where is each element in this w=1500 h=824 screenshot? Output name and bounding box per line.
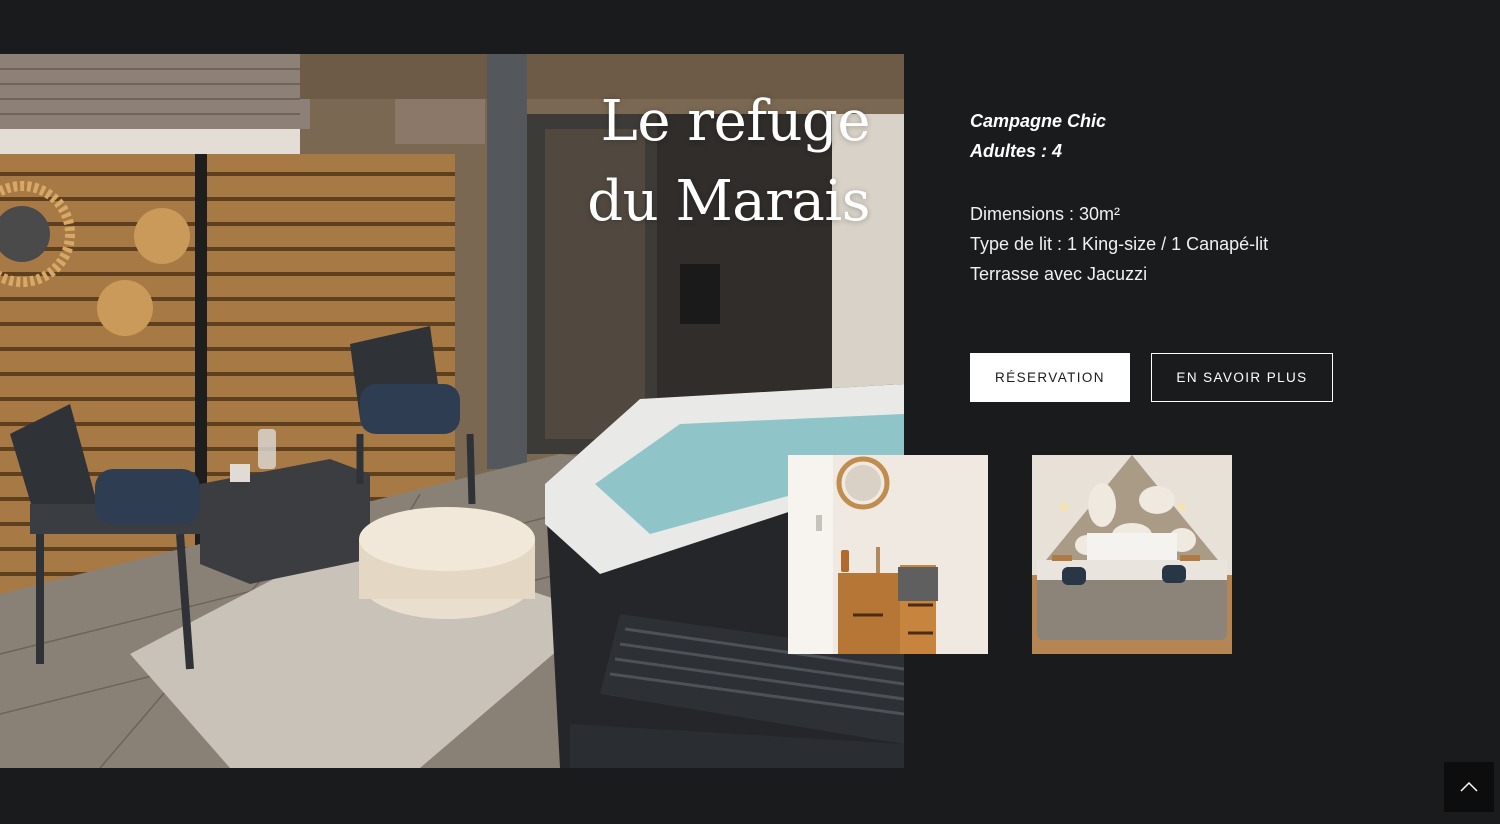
learn-more-button[interactable]: EN SAVOIR PLUS — [1151, 353, 1333, 402]
room-section: Le refuge du Marais Campagne Chic Adulte… — [0, 0, 1500, 824]
bathroom-photo — [788, 455, 988, 654]
room-capacity: Adultes : 4 — [970, 141, 1063, 161]
room-title-line-1: Le refuge — [600, 89, 871, 154]
spec-terrace: Terrasse avec Jacuzzi — [970, 264, 1148, 284]
thumbnail-bedroom[interactable] — [1032, 455, 1232, 654]
room-title-line-2: du Marais — [587, 169, 870, 234]
spec-bed-type: Type de lit : 1 King-size / 1 Canapé-lit — [970, 234, 1269, 254]
scroll-to-top-button[interactable] — [1444, 762, 1494, 812]
chevron-up-icon — [1460, 781, 1478, 792]
reservation-button[interactable]: RÉSERVATION — [970, 353, 1130, 402]
spec-dimensions: Dimensions : 30m² — [970, 204, 1121, 224]
room-style-tag: Campagne Chic — [970, 111, 1107, 131]
room-specs: Dimensions : 30m² Type de lit : 1 King-s… — [970, 199, 1450, 289]
bedroom-photo — [1032, 455, 1232, 654]
room-title: Le refuge du Marais — [587, 82, 870, 242]
main-photo-terrace: Le refuge du Marais — [0, 54, 904, 768]
thumbnail-bathroom[interactable] — [788, 455, 988, 654]
room-info: Campagne Chic Adultes : 4 Dimensions : 3… — [970, 106, 1450, 289]
